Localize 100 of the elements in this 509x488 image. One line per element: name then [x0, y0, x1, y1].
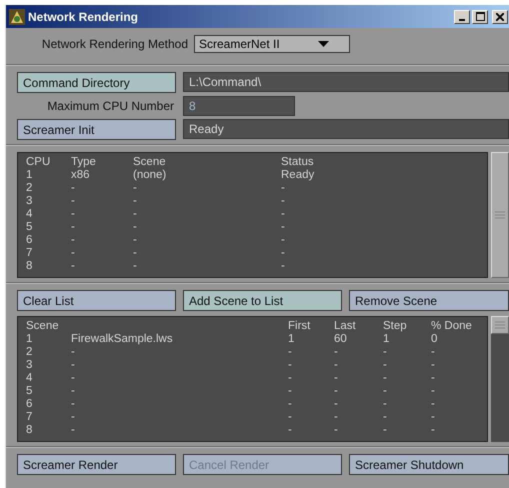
- value-field: 8: [183, 96, 295, 116]
- table-cell-text: -: [288, 372, 293, 385]
- table-cell-text: (none): [133, 169, 168, 182]
- table-cell-text: -: [71, 247, 76, 260]
- table-cell-text: -: [334, 424, 339, 437]
- caret-icon: [318, 41, 329, 47]
- table-cell-text: -: [71, 424, 76, 437]
- table-cell-text: Ready: [281, 169, 316, 182]
- table-cell-text: -: [383, 424, 388, 437]
- table-cell-text: 4: [26, 208, 34, 221]
- table-cell-text: -: [71, 182, 76, 195]
- table-cell-text: 2: [26, 346, 34, 359]
- column-header: Status: [281, 156, 315, 169]
- minimize-icon: [459, 18, 465, 20]
- table-cell-text: 4: [26, 372, 34, 385]
- table-cell-text: -: [281, 221, 286, 234]
- table-cell-text: -: [133, 260, 138, 273]
- value-field: L:\Command\: [183, 72, 509, 92]
- table-cell-text: -: [334, 359, 339, 372]
- table-cell-text: -: [383, 359, 388, 372]
- table-cell-text: -: [281, 260, 286, 273]
- maximize-button[interactable]: [472, 10, 488, 24]
- table-cell-text: -: [334, 411, 339, 424]
- method-dropdown[interactable]: ScreamerNet II: [194, 35, 350, 53]
- table-cell-text: -: [71, 346, 76, 359]
- table-cell-text: -: [71, 398, 76, 411]
- value-field: Ready: [183, 119, 509, 139]
- table-cell-text: 7: [26, 411, 34, 424]
- table-cell-text: -: [383, 346, 388, 359]
- column-header: Scene: [26, 320, 60, 333]
- column-header: Last: [334, 320, 357, 333]
- table-cell-text: -: [431, 359, 436, 372]
- table-cell-text: -: [71, 234, 76, 247]
- grip-icon: [495, 211, 505, 219]
- table-cell-text: -: [288, 424, 293, 437]
- column-header: Type: [71, 156, 97, 169]
- scroll-thumb[interactable]: [491, 316, 509, 334]
- scrollbar[interactable]: [491, 316, 509, 442]
- table-cell-text: 5: [26, 221, 34, 234]
- window-title: Network Rendering: [28, 10, 140, 24]
- table-cell-text: -: [431, 411, 436, 424]
- table-cell-text: -: [334, 372, 339, 385]
- list-button[interactable]: Add Scene to List: [183, 290, 342, 311]
- table-cell-text: -: [281, 208, 286, 221]
- table-cell-text: x86: [71, 169, 91, 182]
- table-cell-text: 8: [26, 260, 34, 273]
- table-cell-text: -: [431, 398, 436, 411]
- table-cell-text: 1: [288, 333, 296, 346]
- column-header: Scene: [133, 156, 167, 169]
- column-header: % Done: [431, 320, 473, 333]
- table-cell-text: 6: [26, 234, 34, 247]
- table-cell-text: 1: [383, 333, 390, 346]
- column-header: Step: [383, 320, 408, 333]
- table-cell-text: -: [334, 398, 339, 411]
- table-cell-text: -: [383, 372, 388, 385]
- table-cell-text: 3: [26, 359, 34, 372]
- setting-button[interactable]: Command Directory: [17, 72, 176, 93]
- table-cell-text: 7: [26, 247, 34, 260]
- table-cell-text: -: [288, 359, 293, 372]
- table-cell-text: 5: [26, 385, 34, 398]
- table-cell-text: -: [383, 398, 388, 411]
- table-cell-text: -: [71, 372, 76, 385]
- table-cell-text: -: [71, 260, 76, 273]
- close-icon: [496, 12, 504, 20]
- table-cell-text: -: [133, 247, 138, 260]
- table-cell-text: -: [281, 234, 286, 247]
- action-button[interactable]: Screamer Shutdown: [349, 454, 509, 475]
- table-cell-text: 1: [26, 333, 34, 346]
- column-header: CPU: [26, 156, 52, 169]
- grip-icon: [495, 321, 505, 329]
- table-cell-text: -: [71, 195, 76, 208]
- table-cell-text: -: [288, 411, 293, 424]
- table-cell-text: -: [383, 385, 388, 398]
- list-button[interactable]: Remove Scene: [349, 290, 509, 311]
- table-cell-text: 6: [26, 398, 34, 411]
- table-cell-text: -: [281, 195, 286, 208]
- table-cell-text: 2: [26, 182, 34, 195]
- table-cell-text: -: [383, 411, 388, 424]
- minimize-button[interactable]: [454, 10, 470, 24]
- action-button[interactable]: Screamer Render: [17, 454, 176, 475]
- table-cell-text: -: [71, 208, 76, 221]
- setting-button[interactable]: Screamer Init: [17, 119, 176, 140]
- table-cell-text: -: [334, 346, 339, 359]
- table-cell-text: -: [281, 247, 286, 260]
- column-header: First: [288, 320, 312, 333]
- table-cell-text: 3: [26, 195, 34, 208]
- list-button[interactable]: Clear List: [17, 290, 176, 311]
- table-cell-text: -: [71, 221, 76, 234]
- method-label: Network Rendering Method: [40, 37, 188, 51]
- table-cell-text: -: [431, 372, 436, 385]
- table-cell-text: -: [431, 385, 436, 398]
- table-cell-text: -: [288, 346, 293, 359]
- setting-label: Maximum CPU Number: [46, 99, 175, 113]
- table-cell-text: -: [133, 221, 138, 234]
- table-cell-text: -: [71, 385, 76, 398]
- app-icon: [9, 8, 25, 24]
- close-button[interactable]: [492, 10, 508, 24]
- scrollbar[interactable]: [491, 152, 509, 278]
- table-cell-text: -: [281, 182, 286, 195]
- table-cell-text: -: [288, 398, 293, 411]
